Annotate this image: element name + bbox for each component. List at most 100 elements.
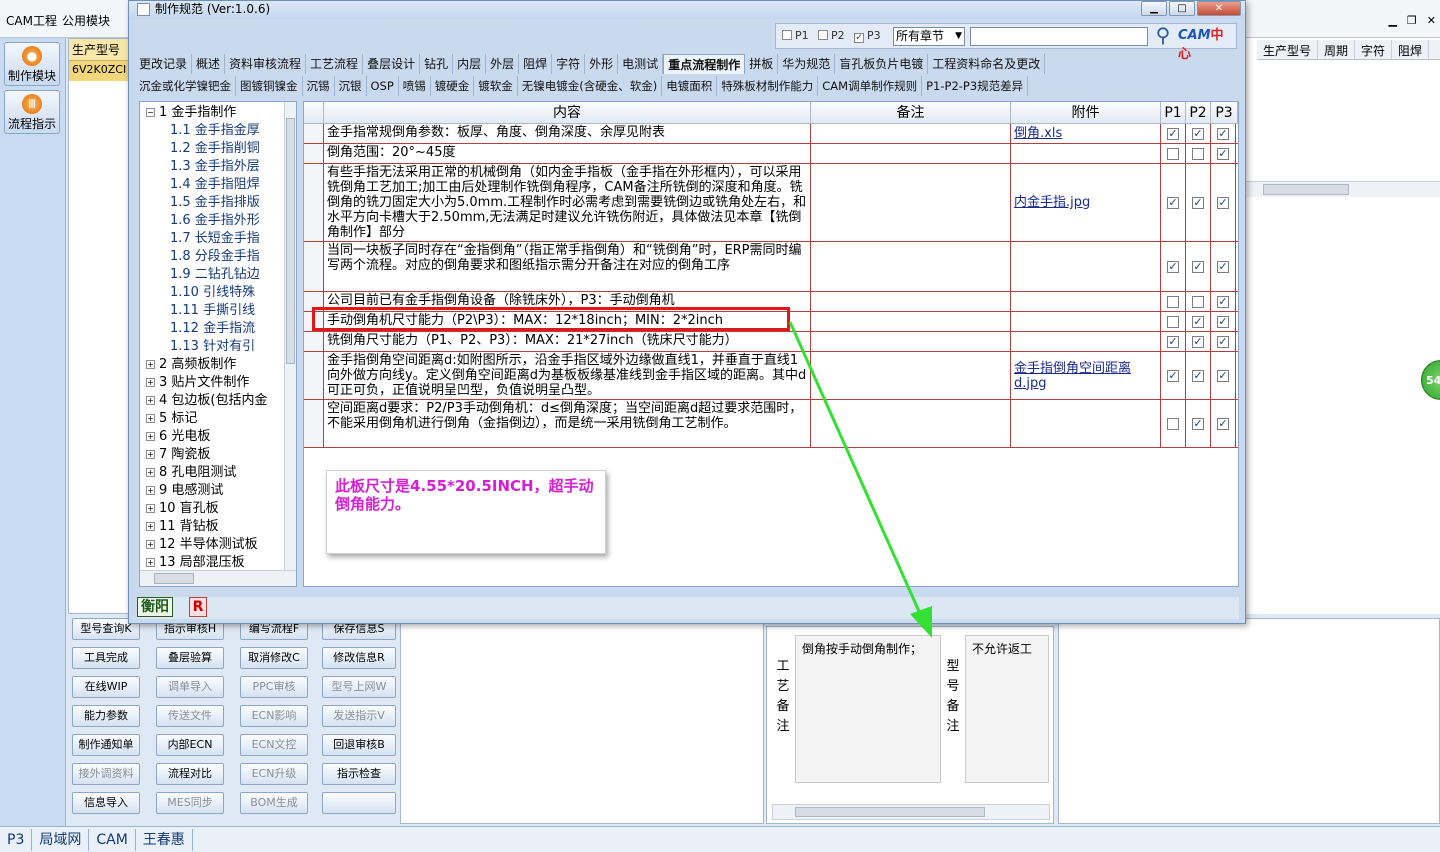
tab2-8[interactable]: 无镍电镀金(含硬金、软金): [518, 76, 663, 96]
tree-node[interactable]: +12 半导体测试板: [146, 536, 258, 554]
header-p3[interactable]: P3: [1211, 102, 1238, 124]
action-button-8[interactable]: 在线WIP: [72, 676, 140, 698]
cell-attachment-link[interactable]: 倒角.xls: [1011, 124, 1161, 143]
maximize-icon[interactable]: □: [1169, 1, 1195, 16]
tab-5[interactable]: 钻孔: [420, 54, 454, 74]
cell-note[interactable]: [811, 312, 1011, 331]
expand-icon[interactable]: +: [146, 414, 155, 423]
p2-checkbox[interactable]: [1192, 148, 1204, 160]
order-grid-cell[interactable]: 6V2K0ZCI: [69, 61, 129, 81]
tab2-5[interactable]: 喷锡: [399, 76, 431, 96]
tab2-6[interactable]: 镀硬金: [431, 76, 475, 96]
p2-checkbox[interactable]: ✓: [1192, 336, 1204, 348]
tree-node[interactable]: 1.7 长短金手指: [170, 230, 260, 248]
action-button-10[interactable]: PPC审核: [240, 676, 308, 698]
row-selector[interactable]: [304, 124, 324, 143]
p1-checkbox[interactable]: ✓: [1167, 336, 1179, 348]
cell-note[interactable]: [811, 292, 1011, 311]
tree-node[interactable]: −1 金手指制作: [146, 104, 236, 122]
tab-16[interactable]: 工程资料命名及更改: [928, 54, 1046, 74]
cell-attachment-link[interactable]: 内金手指.jpg: [1011, 164, 1161, 241]
tree-node[interactable]: 1.8 分段金手指: [170, 248, 260, 266]
action-button-12[interactable]: 能力参数: [72, 705, 140, 727]
p2-checkbox[interactable]: ✓: [1192, 370, 1204, 382]
action-button-6[interactable]: 取消修改C: [240, 647, 308, 669]
tree-horizontal-scrollbar[interactable]: [140, 570, 296, 586]
cell-note[interactable]: [811, 124, 1011, 143]
order-grid[interactable]: 生产型号 6V2K0ZCI: [68, 38, 130, 614]
action-button-13[interactable]: 传送文件: [156, 705, 224, 727]
table-row[interactable]: 铣倒角尺寸能力（P1、P2、P3）：MAX：21*27inch（铣床尺寸能力） ✓…: [304, 332, 1238, 352]
p3-checkbox[interactable]: ✓: [1217, 316, 1229, 328]
chapter-select[interactable]: 所有章节 ▼: [893, 27, 965, 46]
notes-scrollbar[interactable]: [772, 804, 1050, 820]
tab2-1[interactable]: 图镀铜镍金: [236, 76, 303, 96]
tab2-11[interactable]: CAM调单制作规则: [818, 76, 923, 96]
expand-icon[interactable]: +: [146, 540, 155, 549]
action-button-17[interactable]: 内部ECN: [156, 734, 224, 756]
minimize-icon[interactable]: ▁: [1141, 1, 1167, 16]
action-button-4[interactable]: 工具完成: [72, 647, 140, 669]
tree-node[interactable]: 1.13 针对有引: [170, 338, 255, 356]
cell-content[interactable]: 有些手指无法采用正常的机械倒角（如内金手指板（金手指在外形框内），可以采用铣倒角…: [324, 164, 811, 241]
restore-icon[interactable]: ❐: [1407, 14, 1417, 27]
tab-14[interactable]: 华为规范: [778, 54, 836, 74]
tree-node[interactable]: +11 背钻板: [146, 518, 219, 536]
tree-node[interactable]: 1.4 金手指阻焊: [170, 176, 260, 194]
dialog-titlebar[interactable]: 制作规范 (Ver:1.0.6): [129, 1, 1245, 19]
p3-checkbox[interactable]: ✓: [1217, 197, 1229, 209]
chapter-tree[interactable]: −1 金手指制作 1.1 金手指金厚 1.2 金手指削铜 1.3 金手指外层 1.4 金…: [139, 101, 297, 587]
header-note[interactable]: 备注: [811, 102, 1011, 124]
expand-icon[interactable]: +: [146, 378, 155, 387]
expand-icon[interactable]: +: [146, 522, 155, 531]
p1-checkbox[interactable]: ✓: [1167, 370, 1179, 382]
expand-icon[interactable]: +: [146, 504, 155, 513]
action-button-24[interactable]: 信息导入: [72, 792, 140, 814]
p1-checkbox[interactable]: [782, 30, 792, 40]
header-content[interactable]: 内容: [324, 102, 811, 124]
p2-checkbox[interactable]: ✓: [1192, 128, 1204, 140]
p3-checkbox[interactable]: ✓: [1217, 418, 1229, 430]
flow-instruction-button[interactable]: Ⅲ 流程指示: [4, 90, 60, 134]
cell-content[interactable]: 当同一块板子同时存在“金指倒角”（指正常手指倒角）和“铣倒角”时，ERP需同时编…: [324, 242, 811, 291]
row-selector[interactable]: [304, 144, 324, 163]
tab2-7[interactable]: 镀软金: [474, 76, 518, 96]
p1-checkbox[interactable]: ✓: [1167, 261, 1179, 273]
p2-checkbox[interactable]: ✓: [1192, 418, 1204, 430]
table-row[interactable]: 金手指倒角空间距离d:如附图所示，沿金手指区域外边缘做直线1，并垂直于直线1向外…: [304, 352, 1238, 400]
action-button-23[interactable]: 指示检查: [322, 763, 396, 785]
tree-node[interactable]: 1.3 金手指外层: [170, 158, 260, 176]
p3-checkbox[interactable]: ✓: [1217, 128, 1229, 140]
action-button-27[interactable]: [322, 792, 396, 814]
action-button-19[interactable]: 回退审核B: [322, 734, 396, 756]
tab-11[interactable]: 电测试: [618, 54, 664, 74]
right-grid-scrollbar[interactable]: [1245, 181, 1440, 197]
p3-checkbox[interactable]: ✓: [854, 33, 864, 43]
p3-checkbox[interactable]: ✓: [1217, 148, 1229, 160]
cell-content[interactable]: 空间距离d要求：P2/P3手动倒角机：d≤倒角深度；当空间距离d超过要求范围时，…: [324, 400, 811, 447]
expand-icon[interactable]: +: [146, 486, 155, 495]
tab2-12[interactable]: P1-P2-P3规范差异: [922, 76, 1029, 96]
tree-node[interactable]: +4 包边板(包括内金: [146, 392, 267, 410]
cell-note[interactable]: [811, 144, 1011, 163]
tree-node[interactable]: 1.11 手撕引线: [170, 302, 255, 320]
tab2-10[interactable]: 特殊板材制作能力: [717, 76, 819, 96]
cell-note[interactable]: [811, 400, 1011, 447]
p2-checkbox[interactable]: [818, 30, 828, 40]
action-button-11[interactable]: 型号上网W: [322, 676, 396, 698]
close-icon[interactable]: ✕: [1427, 14, 1436, 27]
tab2-4[interactable]: OSP: [367, 76, 399, 96]
tab-4[interactable]: 叠层设计: [363, 54, 421, 74]
tree-node[interactable]: +9 电感测试: [146, 482, 223, 500]
table-row[interactable]: 当同一块板子同时存在“金指倒角”（指正常手指倒角）和“铣倒角”时，ERP需同时编…: [304, 242, 1238, 292]
p3-checkbox[interactable]: ✓: [1217, 296, 1229, 308]
tree-node[interactable]: 1.6 金手指外形: [170, 212, 260, 230]
tab-2[interactable]: 资料审核流程: [225, 54, 307, 74]
action-button-25[interactable]: MES同步: [156, 792, 224, 814]
p1-checkbox[interactable]: [1167, 316, 1179, 328]
cell-attachment-link[interactable]: 金手指倒角空间距离d.jpg: [1011, 352, 1161, 399]
right-grid[interactable]: 生产型号 周期 字符 阻焊: [1244, 38, 1440, 614]
tree-vertical-scrollbar[interactable]: [284, 102, 296, 570]
row-selector[interactable]: [304, 400, 324, 447]
production-module-button[interactable]: ● 制作模块: [4, 42, 60, 86]
